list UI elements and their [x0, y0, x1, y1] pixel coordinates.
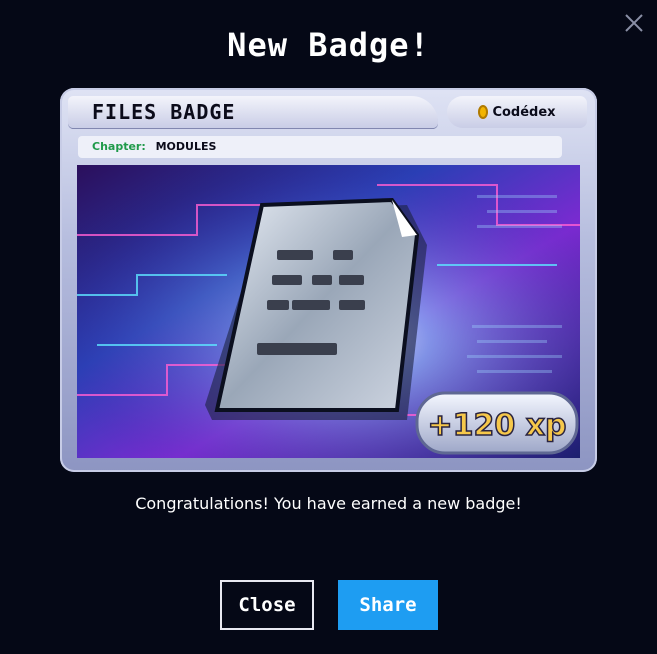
brand-name: Codédex — [492, 104, 556, 120]
close-button[interactable]: Close — [220, 580, 314, 630]
coin-icon — [478, 105, 489, 119]
chapter-value: MODULES — [155, 140, 217, 153]
dialog-title: New Badge! — [227, 26, 430, 64]
badge-artwork: +120 xp — [77, 165, 580, 458]
brand-badge: Codédex — [447, 96, 587, 128]
xp-badge: +120 xp — [415, 391, 579, 455]
chapter-label: Chapter: — [92, 140, 146, 153]
badge-name: FILES BADGE — [92, 100, 236, 124]
badge-card-header: FILES BADGE — [68, 96, 438, 128]
badge-card: FILES BADGE Codédex Chapter: MODULES +12… — [60, 88, 597, 472]
xp-label: +120 xp — [427, 408, 566, 443]
chapter-bar: Chapter: MODULES — [78, 136, 562, 158]
share-button[interactable]: Share — [338, 580, 438, 630]
dialog-message: Congratulations! You have earned a new b… — [135, 494, 522, 513]
